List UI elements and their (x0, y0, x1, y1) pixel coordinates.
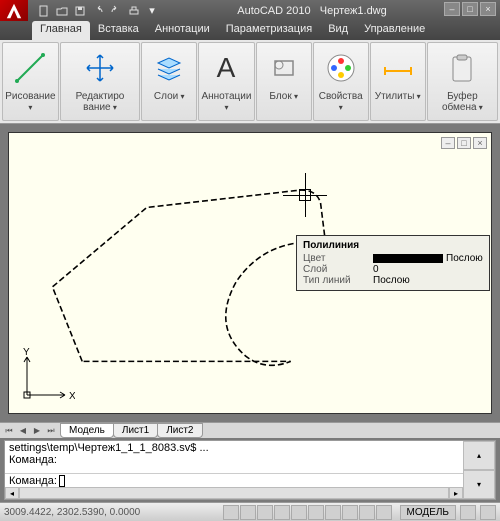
group-clipboard[interactable]: Буфер обмена (427, 42, 498, 121)
qat-more-icon[interactable]: ▾ (144, 3, 160, 19)
command-line[interactable]: settings\temp\Чертеж1_1_1_8083.sv$ ... К… (4, 440, 496, 500)
group-draw[interactable]: Рисование (2, 42, 59, 121)
ducs-toggle[interactable] (325, 505, 341, 520)
undo-icon[interactable] (90, 3, 106, 19)
ribbon-panel: Рисование Редактиро вание Слои A Аннотац… (0, 40, 500, 124)
cmd-hscroll[interactable]: ◂▸ (5, 487, 463, 499)
save-icon[interactable] (72, 3, 88, 19)
tab-insert[interactable]: Вставка (90, 21, 147, 40)
sheet-tab-layout1[interactable]: Лист1 (113, 423, 158, 438)
svg-text:X: X (69, 391, 75, 402)
grid-toggle[interactable] (240, 505, 256, 520)
svg-text:Y: Y (23, 347, 30, 358)
text-icon: A (207, 47, 245, 89)
group-modify[interactable]: Редактиро вание (60, 42, 140, 121)
palette-icon (322, 47, 360, 89)
qp-toggle[interactable] (376, 505, 392, 520)
group-utilities[interactable]: Утилиты (370, 42, 426, 121)
status-bar: 3009.4422, 2302.5390, 0.0000 МОДЕЛЬ (0, 502, 500, 521)
tab-parametric[interactable]: Параметризация (218, 21, 320, 40)
sheet-last-icon[interactable]: ⏭ (44, 426, 58, 436)
ribbon-tabs: Главная Вставка Аннотации Параметризация… (0, 21, 500, 40)
snap-toggle[interactable] (223, 505, 239, 520)
block-icon (265, 47, 303, 89)
print-icon[interactable] (126, 3, 142, 19)
clipboard-icon (443, 47, 481, 89)
status-space-button[interactable]: МОДЕЛЬ (400, 505, 456, 520)
command-history: settings\temp\Чертеж1_1_1_8083.sv$ ... К… (5, 441, 495, 473)
svg-text:A: A (217, 52, 236, 83)
group-properties[interactable]: Свойства (313, 42, 369, 121)
cmd-vscroll[interactable]: ▴▾ (463, 441, 495, 499)
polar-toggle[interactable] (274, 505, 290, 520)
line-icon (11, 47, 49, 89)
layout-tabs: ⏮ ◀ ▶ ⏭ Модель Лист1 Лист2 (0, 422, 500, 438)
tab-manage[interactable]: Управление (356, 21, 433, 40)
open-icon[interactable] (54, 3, 70, 19)
lwt-toggle[interactable] (359, 505, 375, 520)
move-icon (81, 47, 119, 89)
status-extra2[interactable] (480, 505, 496, 520)
sheet-prev-icon[interactable]: ◀ (16, 426, 30, 436)
layers-icon (150, 47, 188, 89)
app-menu-button[interactable] (0, 0, 28, 21)
minimize-button[interactable]: – (444, 2, 460, 16)
new-icon[interactable] (36, 3, 52, 19)
redo-icon[interactable] (108, 3, 124, 19)
titlebar: ▾ AutoCAD 2010 Чертеж1.dwg – □ × (0, 0, 500, 21)
command-prompt: Команда: (9, 475, 57, 487)
drawing-area[interactable]: – □ × Полилиния ЦветПослою Слой0 Тип лин… (0, 124, 500, 422)
quick-access-toolbar: ▾ (32, 3, 164, 19)
status-coordinates: 3009.4422, 2302.5390, 0.0000 (4, 507, 140, 518)
maximize-button[interactable]: □ (462, 2, 478, 16)
osnap-toggle[interactable] (291, 505, 307, 520)
sheet-first-icon[interactable]: ⏮ (2, 426, 16, 436)
tab-annotate[interactable]: Аннотации (147, 21, 218, 40)
group-block[interactable]: Блок (256, 42, 312, 121)
measure-icon (379, 47, 417, 89)
ucs-icon: X Y (19, 347, 75, 403)
sheet-tab-layout2[interactable]: Лист2 (157, 423, 202, 438)
tab-home[interactable]: Главная (32, 21, 90, 40)
status-extra1[interactable] (460, 505, 476, 520)
command-input[interactable] (59, 475, 65, 487)
group-layers[interactable]: Слои (141, 42, 197, 121)
dyn-toggle[interactable] (342, 505, 358, 520)
close-button[interactable]: × (480, 2, 496, 16)
group-annotation[interactable]: A Аннотации (198, 42, 254, 121)
sheet-tab-model[interactable]: Модель (60, 423, 114, 438)
tab-view[interactable]: Вид (320, 21, 356, 40)
status-toggles (223, 505, 392, 520)
ortho-toggle[interactable] (257, 505, 273, 520)
tooltip-title: Полилиния (303, 240, 483, 253)
entity-tooltip: Полилиния ЦветПослою Слой0 Тип линийПосл… (296, 235, 490, 291)
sheet-next-icon[interactable]: ▶ (30, 426, 44, 436)
otrack-toggle[interactable] (308, 505, 324, 520)
